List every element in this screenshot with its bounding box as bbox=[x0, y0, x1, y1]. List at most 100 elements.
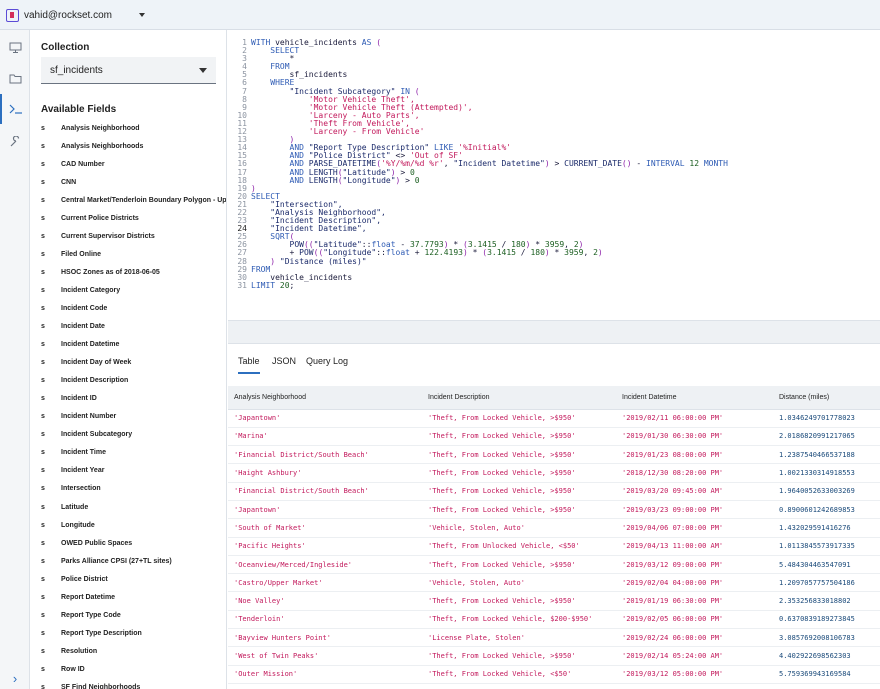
field-item[interactable]: s Intersection bbox=[30, 480, 226, 498]
account-email: vahid@rockset.com bbox=[24, 9, 112, 21]
field-item[interactable]: s Incident Number bbox=[30, 408, 226, 426]
field-item[interactable]: s Parks Alliance CPSI (27+TL sites) bbox=[30, 552, 226, 570]
code-token: () bbox=[621, 159, 632, 169]
field-type: s bbox=[41, 503, 45, 511]
field-item[interactable]: s Incident Datetime bbox=[30, 336, 226, 354]
column-header[interactable]: Incident Description bbox=[422, 386, 616, 410]
terminal-icon[interactable] bbox=[0, 94, 30, 124]
field-item[interactable]: s Filed Online bbox=[30, 245, 226, 263]
table-cell: 'Theft, From Locked Vehicle, >$950' bbox=[422, 591, 616, 611]
sql-editor[interactable]: 1 WITH vehicle_incidents AS (2 SELECT 3 * 4… bbox=[228, 30, 880, 320]
field-item[interactable]: s CAD Number bbox=[30, 155, 226, 173]
table-row[interactable]: 'Pacific Heights' 'Theft, From Unlocked V… bbox=[228, 537, 880, 556]
table-cell: '2018/12/30 08:20:00 PM' bbox=[616, 463, 773, 483]
field-name: Row ID bbox=[61, 665, 85, 673]
code-token: "Longitude" bbox=[342, 175, 396, 185]
field-item[interactable]: s Resolution bbox=[30, 642, 226, 660]
table-row[interactable]: 'Outer Mission' 'Theft, From Locked Vehic… bbox=[228, 665, 880, 684]
field-item[interactable]: s Incident Date bbox=[30, 318, 226, 336]
field-item[interactable]: s Incident Subcategory bbox=[30, 426, 226, 444]
expand-sidebar-icon[interactable]: › bbox=[0, 667, 30, 689]
code-token: 0 bbox=[414, 175, 420, 185]
field-item[interactable]: s Latitude bbox=[30, 498, 226, 516]
field-item[interactable]: s Incident Year bbox=[30, 462, 226, 480]
panel-splitter[interactable] bbox=[228, 320, 880, 344]
column-header[interactable]: Distance (miles) bbox=[773, 386, 880, 410]
table-row[interactable]: 'Financial District/South Beach' 'Theft, … bbox=[228, 482, 880, 501]
field-item[interactable]: s Incident Description bbox=[30, 372, 226, 390]
field-type: s bbox=[41, 593, 45, 601]
column-header[interactable]: Analysis Neighborhood bbox=[228, 386, 422, 410]
field-item[interactable]: s Current Police Districts bbox=[30, 209, 226, 227]
field-item[interactable]: s SF Find Neighborhoods bbox=[30, 678, 226, 689]
chevron-down-icon bbox=[199, 68, 207, 73]
field-name: Incident Number bbox=[61, 413, 117, 421]
table-row[interactable]: 'Financial District/South Beach' 'Theft, … bbox=[228, 445, 880, 465]
table-cell: 1.0021330314918553 bbox=[773, 463, 880, 483]
table-row[interactable]: 'Bayview Hunters Point' 'License Plate, S… bbox=[228, 628, 880, 648]
table-row[interactable]: 'Haight Ashbury' 'Theft, From Locked Vehi… bbox=[228, 463, 880, 483]
code-area[interactable]: 1 WITH vehicle_incidents AS (2 SELECT 3 * 4… bbox=[230, 38, 728, 290]
table-row[interactable]: 'Tenderloin' 'Theft, From Locked Vehicle,… bbox=[228, 610, 880, 630]
field-item[interactable]: s Report Type Code bbox=[30, 606, 226, 624]
table-row[interactable]: 'Noe Valley' 'Theft, From Locked Vehicle,… bbox=[228, 591, 880, 611]
tab-table[interactable]: Table bbox=[238, 356, 260, 374]
field-item[interactable]: s Police District bbox=[30, 570, 226, 588]
field-item[interactable]: s Report Type Description bbox=[30, 624, 226, 642]
field-item[interactable]: s HSOC Zones as of 2018-06-05 bbox=[30, 263, 226, 281]
table-row[interactable]: 'Japantown' 'Theft, From Locked Vehicle, … bbox=[228, 500, 880, 520]
field-item[interactable]: s Row ID bbox=[30, 660, 226, 678]
table-cell: 'Theft, From Locked Vehicle, >$950' bbox=[422, 555, 616, 575]
chevron-down-icon bbox=[138, 13, 145, 17]
field-name: CNN bbox=[61, 178, 77, 186]
field-item[interactable]: s Analysis Neighborhoods bbox=[30, 137, 226, 155]
collection-select[interactable]: sf_incidents bbox=[41, 57, 216, 84]
code-token: LIMIT bbox=[251, 280, 280, 290]
field-item[interactable]: s Incident Code bbox=[30, 299, 226, 317]
field-name: Report Type Description bbox=[61, 629, 142, 637]
table-row[interactable]: 'West of Twin Peaks' 'Theft, From Locked … bbox=[228, 646, 880, 666]
column-header[interactable]: Incident Datetime bbox=[616, 386, 773, 410]
field-name: CAD Number bbox=[61, 160, 105, 168]
table-cell: 0.6370839189273845 bbox=[773, 610, 880, 630]
table-header: Analysis Neighborhood Incident Descripti… bbox=[228, 386, 880, 410]
table-row[interactable]: 'Oceanview/Merced/Ingleside' 'Theft, From… bbox=[228, 555, 880, 575]
field-item[interactable]: s Central Market/Tenderloin Boundary Poly… bbox=[30, 191, 227, 209]
field-item[interactable]: s Report Datetime bbox=[30, 588, 226, 606]
code-token: LENGTH bbox=[308, 175, 338, 185]
table-cell: '2019/03/12 09:00:00 PM' bbox=[616, 555, 773, 575]
available-fields-title: Available Fields bbox=[41, 104, 117, 115]
tab-query-log[interactable]: Query Log bbox=[306, 356, 348, 372]
field-item[interactable]: s Incident ID bbox=[30, 390, 226, 408]
wrench-icon[interactable] bbox=[0, 127, 30, 157]
field-item[interactable]: s Incident Day of Week bbox=[30, 354, 226, 372]
results-table-container: Analysis Neighborhood Incident Descripti… bbox=[228, 386, 880, 689]
table-row[interactable]: 'Castro/Upper Market' 'Vehicle, Stolen, A… bbox=[228, 573, 880, 593]
field-item[interactable]: s OWED Public Spaces bbox=[30, 534, 226, 552]
table-cell: 'Castro/Upper Market' bbox=[228, 573, 422, 593]
field-name: Central Market/Tenderloin Boundary Polyg… bbox=[61, 196, 227, 204]
field-item[interactable]: s Analysis Neighborhood bbox=[30, 119, 226, 137]
code-line: 31 LIMIT 20; bbox=[230, 280, 728, 290]
table-cell: '2019/01/22 09:00:00 AM' bbox=[616, 683, 773, 689]
field-item[interactable]: s Incident Category bbox=[30, 281, 226, 299]
table-row[interactable]: 'Marina' 'Theft, From Locked Vehicle, >$9… bbox=[228, 427, 880, 447]
table-row[interactable]: 'Japantown' 'Theft, From Locked Vehicle, … bbox=[228, 409, 880, 428]
field-item[interactable]: s Current Supervisor Districts bbox=[30, 227, 226, 245]
account-switcher[interactable]: vahid@rockset.com bbox=[6, 6, 145, 24]
field-item[interactable]: s CNN bbox=[30, 173, 226, 191]
field-name: Analysis Neighborhoods bbox=[61, 142, 144, 150]
field-item[interactable]: s Longitude bbox=[30, 516, 226, 534]
table-row[interactable]: 'Sunset/Parkside''Theft, From Locked Veh… bbox=[228, 683, 880, 689]
field-item[interactable]: s Incident Time bbox=[30, 444, 226, 462]
field-list: s Analysis Neighborhood s Analysis Neighbor… bbox=[30, 119, 227, 689]
monitor-icon[interactable] bbox=[0, 33, 30, 63]
code-line: 3 * bbox=[230, 55, 728, 63]
field-type: s bbox=[41, 178, 45, 186]
field-type: s bbox=[41, 647, 45, 655]
tab-json[interactable]: JSON bbox=[272, 356, 296, 372]
folder-icon[interactable] bbox=[0, 63, 30, 93]
field-type: s bbox=[41, 304, 45, 312]
code-token: :: bbox=[376, 248, 386, 258]
table-row[interactable]: 'South of Market' 'Vehicle, Stolen, Auto'… bbox=[228, 518, 880, 538]
